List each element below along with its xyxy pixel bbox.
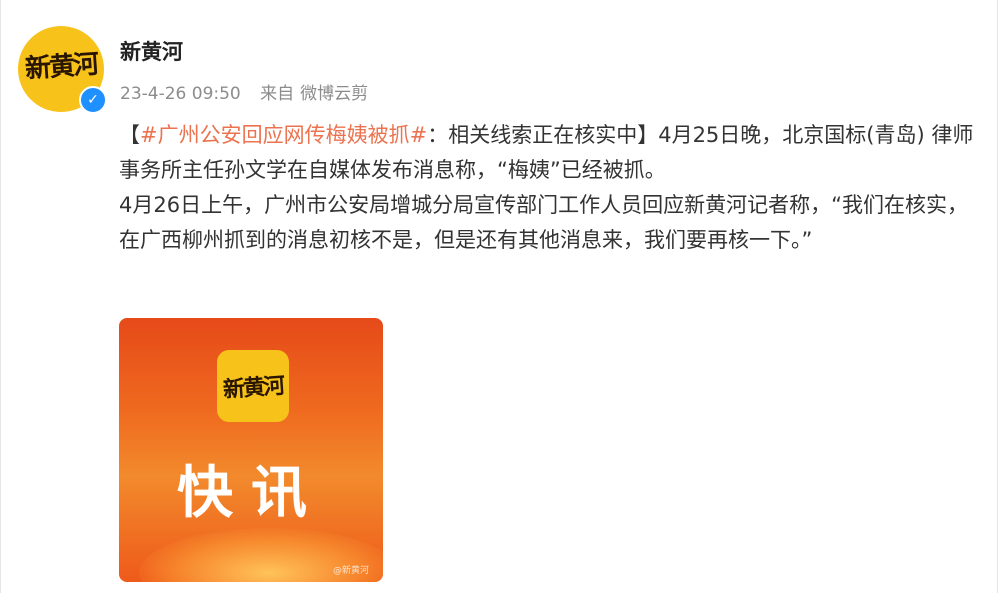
image-logo-text: 新黄河 (222, 372, 284, 404)
image-title: 快讯 (177, 461, 325, 526)
post-image[interactable]: 新黄河 快讯 @新黄河 (119, 318, 383, 582)
bracket-open: 【 (119, 123, 140, 147)
image-watermark: @新黄河 (332, 566, 369, 576)
avatar-logo-text: 新黄河 (24, 49, 99, 85)
user-name[interactable]: 新黄河 (120, 36, 183, 66)
verified-icon: ✓ (79, 86, 107, 114)
post-paragraph-1: 【#广州公安回应网传梅姨被抓#：相关线索正在核实中】4月25日晚，北京国标(青岛… (119, 118, 979, 188)
source-link[interactable]: 微博云剪 (300, 84, 368, 104)
post-text: 【#广州公安回应网传梅姨被抓#：相关线索正在核实中】4月25日晚，北京国标(青岛… (119, 118, 979, 258)
post-paragraph-2: 4月26日上午，广州市公安局增城分局宣传部门工作人员回应新黄河记者称，“我们在核… (119, 193, 968, 252)
image-logo: 新黄河 (217, 350, 289, 422)
source-label: 来自 (260, 84, 295, 104)
post-timestamp[interactable]: 23-4-26 09:50 (120, 84, 241, 104)
topic-link[interactable]: #广州公安回应网传梅姨被抓# (140, 123, 427, 147)
post-meta: 23-4-26 09:50 来自 微博云剪 (120, 79, 382, 104)
